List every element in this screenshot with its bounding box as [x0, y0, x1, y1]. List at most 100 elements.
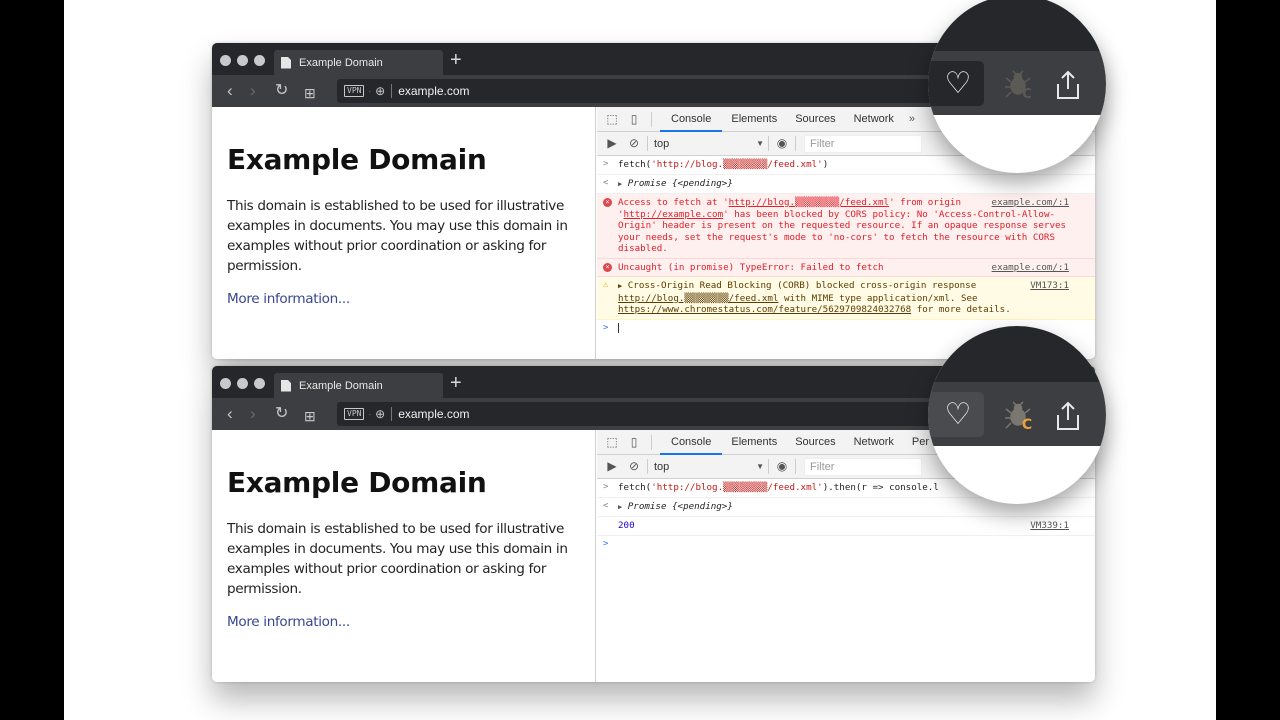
- code-text: ).then(r => console.l: [822, 482, 939, 493]
- source-link[interactable]: example.com/:1: [991, 261, 1069, 273]
- browser-tab[interactable]: Example Domain: [274, 50, 443, 75]
- browser-tab[interactable]: Example Domain: [274, 373, 443, 398]
- warning-icon: ⚠: [603, 280, 609, 290]
- vpn-badge[interactable]: VPN: [344, 408, 365, 420]
- error-link[interactable]: http://example.com: [624, 209, 724, 220]
- share-icon[interactable]: [1053, 400, 1083, 432]
- sidebar-toggle-icon[interactable]: ▶: [605, 137, 619, 150]
- close-window-button[interactable]: [220, 378, 231, 389]
- eye-icon[interactable]: ◉: [775, 460, 789, 473]
- code-text: fetch(: [618, 159, 652, 170]
- expand-triangle-icon[interactable]: ▶: [618, 282, 622, 290]
- context-select[interactable]: top ▼: [650, 138, 768, 150]
- prompt-icon: >: [603, 538, 609, 549]
- console-prompt[interactable]: >: [597, 536, 1095, 549]
- maximize-window-button[interactable]: [254, 55, 265, 66]
- magnifier-extension-active: ♡ C: [928, 326, 1106, 504]
- vpn-badge[interactable]: VPN: [344, 85, 365, 97]
- tab-console[interactable]: Console: [660, 430, 723, 455]
- source-link[interactable]: VM339:1: [1030, 520, 1069, 532]
- sidebar-toggle-icon[interactable]: ▶: [605, 460, 619, 473]
- globe-icon[interactable]: ⊕: [375, 84, 385, 98]
- context-select[interactable]: top ▼: [650, 461, 768, 473]
- eye-icon[interactable]: ◉: [775, 137, 789, 150]
- tab-network[interactable]: Network: [845, 430, 903, 455]
- more-information-link[interactable]: More information...: [227, 291, 350, 307]
- back-button[interactable]: ‹: [227, 404, 233, 424]
- source-link[interactable]: example.com/:1: [991, 197, 1069, 209]
- prompt-icon: >: [603, 159, 609, 169]
- inspect-element-icon[interactable]: ⬚: [605, 112, 619, 126]
- expand-triangle-icon[interactable]: ▶: [618, 503, 622, 511]
- tab-elements[interactable]: Elements: [722, 430, 786, 455]
- prompt-icon: >: [603, 322, 609, 333]
- code-string: 'http://blog.▒▒▒▒▒▒▒▒/feed.xml': [651, 159, 823, 170]
- forward-button[interactable]: ›: [250, 81, 256, 101]
- forward-button[interactable]: ›: [250, 404, 256, 424]
- clear-console-icon[interactable]: ⊘: [627, 460, 641, 473]
- device-toolbar-icon[interactable]: ▯: [627, 435, 641, 449]
- code-text: ): [822, 159, 829, 170]
- tab-title: Example Domain: [299, 379, 383, 392]
- page-paragraph: This domain is established to be used fo…: [227, 521, 568, 597]
- web-page: Example Domain This domain is establishe…: [212, 430, 596, 682]
- console-log-line: 200 VM339:1: [597, 517, 1095, 536]
- document-icon: [281, 379, 291, 392]
- speed-dial-button[interactable]: ⊞: [304, 83, 316, 103]
- error-text: Uncaught (in promise) TypeError: Failed …: [618, 261, 884, 273]
- new-tab-button[interactable]: +: [450, 373, 462, 393]
- cors-extension-bug-icon[interactable]: C: [1004, 70, 1036, 100]
- result-icon: <: [603, 177, 609, 188]
- more-information-link[interactable]: More information...: [227, 614, 350, 630]
- tab-console[interactable]: Console: [660, 107, 723, 132]
- inspect-element-icon[interactable]: ⬚: [605, 435, 619, 449]
- warning-link[interactable]: https://www.chromestatus.com/feature/562…: [618, 304, 911, 315]
- reload-button[interactable]: ↻: [275, 404, 288, 424]
- tab-network[interactable]: Network: [845, 107, 903, 132]
- divider: [795, 136, 796, 151]
- url-text[interactable]: example.com: [398, 84, 469, 98]
- console-result-line[interactable]: < ▶ Promise {<pending>}: [597, 175, 1095, 194]
- promise-value: Promise {<pending>}: [627, 500, 733, 512]
- divider: [768, 459, 769, 474]
- reload-button[interactable]: ↻: [275, 81, 288, 101]
- speed-dial-button[interactable]: ⊞: [304, 406, 316, 426]
- bookmark-heart-button[interactable]: ♡: [928, 392, 984, 437]
- bookmark-heart-button[interactable]: ♡: [928, 61, 984, 106]
- maximize-window-button[interactable]: [254, 378, 265, 389]
- minimize-window-button[interactable]: [237, 378, 248, 389]
- clear-console-icon[interactable]: ⊘: [627, 137, 641, 150]
- source-link[interactable]: VM173:1: [1030, 280, 1069, 292]
- extension-letter: C: [1022, 417, 1032, 431]
- tab-elements[interactable]: Elements: [722, 107, 786, 132]
- chevron-down-icon: ▼: [756, 462, 764, 471]
- more-tabs-button[interactable]: »: [903, 113, 921, 125]
- filter-input[interactable]: Filter: [804, 134, 922, 153]
- separator-dot: ·: [368, 409, 372, 419]
- cors-extension-bug-icon[interactable]: C: [1004, 401, 1036, 431]
- filter-input[interactable]: Filter: [804, 457, 922, 476]
- code-string: 'http://blog.▒▒▒▒▒▒▒▒/feed.xml': [651, 482, 823, 493]
- back-button[interactable]: ‹: [227, 81, 233, 101]
- globe-icon[interactable]: ⊕: [375, 407, 385, 421]
- divider: [651, 434, 652, 450]
- expand-triangle-icon[interactable]: ▶: [618, 180, 622, 188]
- device-toolbar-icon[interactable]: ▯: [627, 112, 641, 126]
- close-window-button[interactable]: [220, 55, 231, 66]
- url-text[interactable]: example.com: [398, 407, 469, 421]
- share-icon[interactable]: [1053, 69, 1083, 101]
- tab-sources[interactable]: Sources: [786, 430, 844, 455]
- console-error-cors: × Access to fetch at 'http://blog.▒▒▒▒▒▒…: [597, 194, 1095, 259]
- error-link[interactable]: http://blog.▒▒▒▒▒▒▒▒/feed.xml: [729, 197, 889, 208]
- extension-letter: C: [1022, 87, 1032, 100]
- tab-sources[interactable]: Sources: [786, 107, 844, 132]
- warning-link[interactable]: http://blog.▒▒▒▒▒▒▒▒/feed.xml: [618, 293, 778, 304]
- divider: [795, 459, 796, 474]
- magnified-tab-bar: [928, 0, 1106, 51]
- warning-text: for more details.: [911, 304, 1011, 315]
- minimize-window-button[interactable]: [237, 55, 248, 66]
- code-text: fetch(: [618, 482, 652, 493]
- new-tab-button[interactable]: +: [450, 50, 462, 70]
- prompt-icon: >: [603, 482, 609, 492]
- window-controls: [220, 55, 265, 66]
